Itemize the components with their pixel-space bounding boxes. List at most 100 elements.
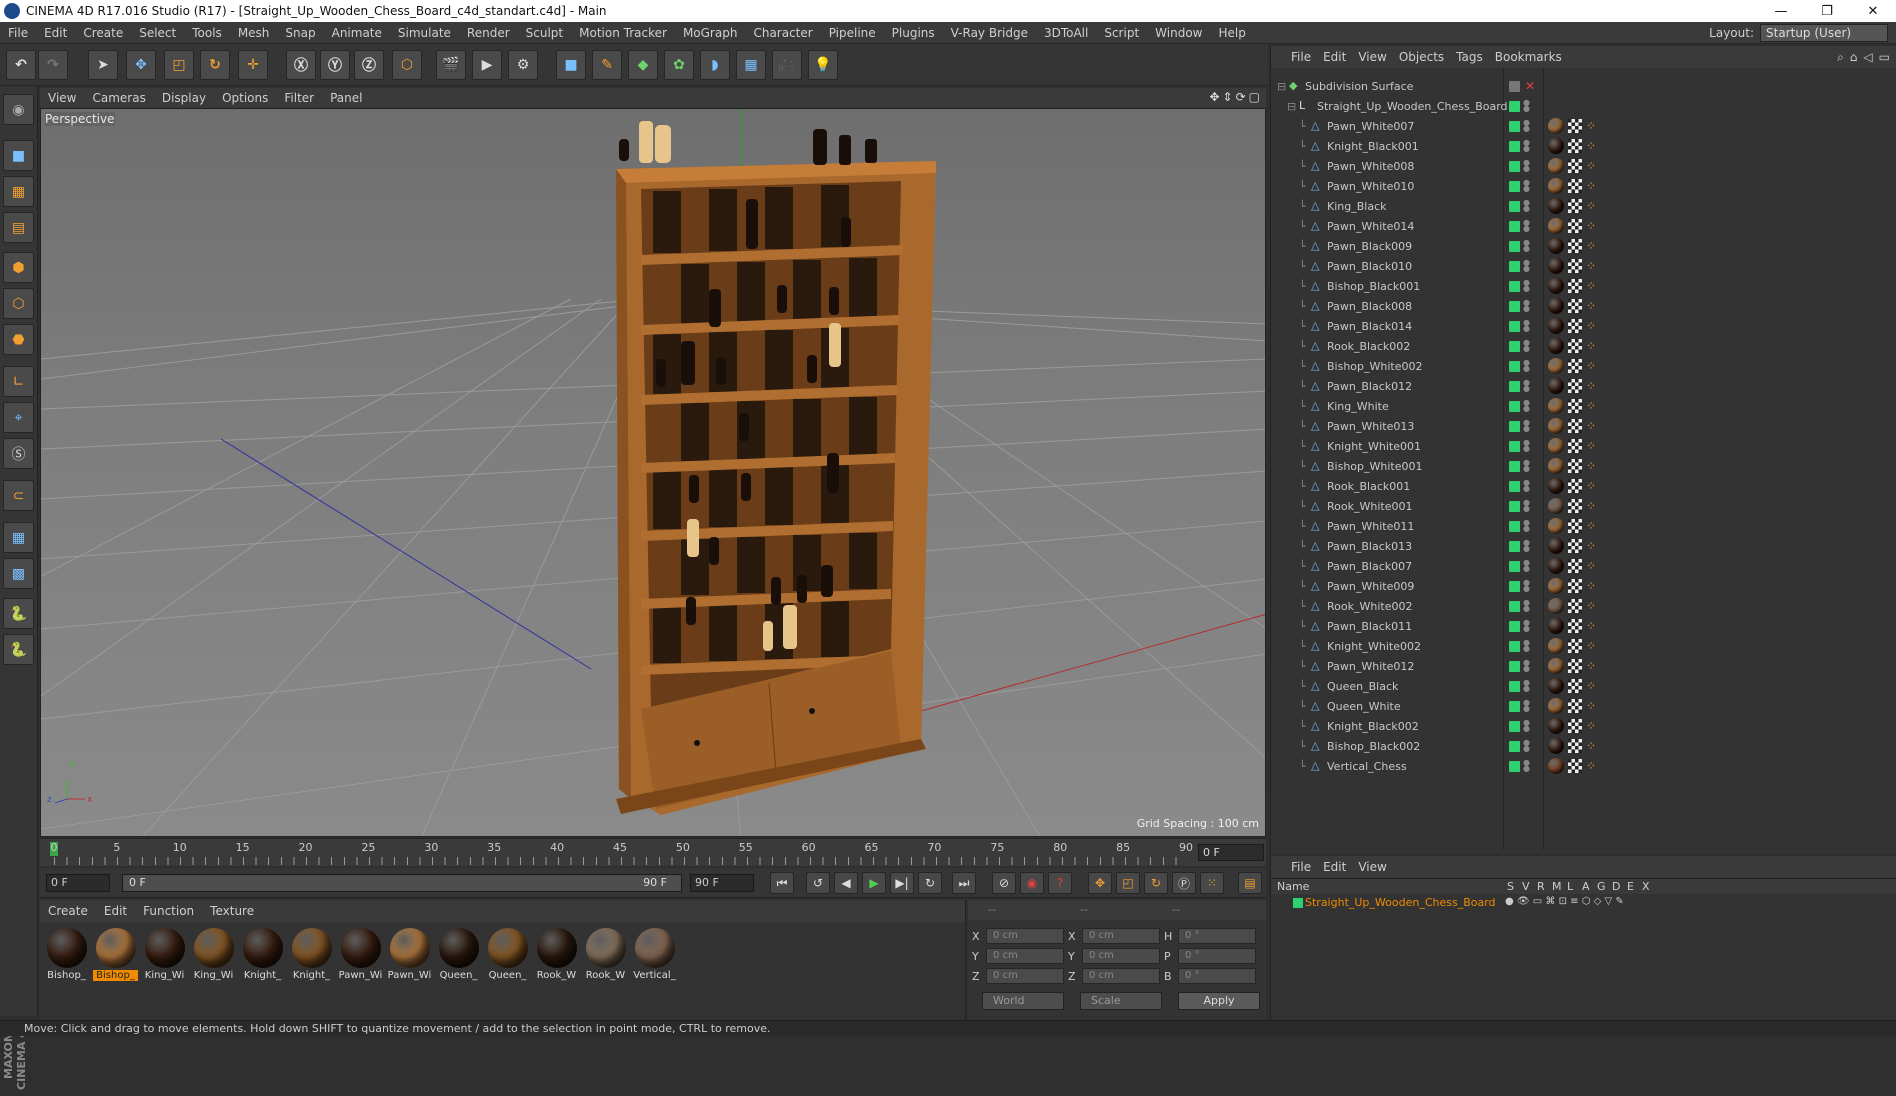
tree-row[interactable]: └ △ Queen_Black ● ● ⁘: [1271, 676, 1896, 696]
visible-dot[interactable]: [1509, 240, 1520, 252]
visible-dot[interactable]: [1509, 720, 1520, 732]
material-tag-icon[interactable]: [1548, 538, 1564, 554]
texture-tag-icon[interactable]: [1568, 639, 1582, 653]
visible-dot[interactable]: [1509, 180, 1520, 192]
object-menu-tags[interactable]: Tags: [1450, 50, 1489, 64]
tree-row[interactable]: └ △ Knight_Black002 ● ● ⁘: [1271, 716, 1896, 736]
visible-dot[interactable]: [1509, 620, 1520, 632]
phong-tag-icon[interactable]: ⁘: [1586, 359, 1600, 373]
visible-dot[interactable]: [1509, 420, 1520, 432]
tree-row[interactable]: └ △ Bishop_White001 ● ● ⁘: [1271, 456, 1896, 476]
visible-dot[interactable]: [1509, 740, 1520, 752]
lock-workplane-icon[interactable]: ▦: [3, 522, 34, 553]
position-x-field[interactable]: 0 cm: [986, 928, 1064, 944]
cube-icon[interactable]: ■: [556, 50, 586, 80]
next-frame-icon[interactable]: ▶|: [890, 872, 914, 894]
material-swatch[interactable]: Vertical_: [632, 928, 677, 981]
phong-tag-icon[interactable]: ⁘: [1586, 379, 1600, 393]
tree-collapse-icon[interactable]: ⊟: [1287, 100, 1296, 113]
texture-tag-icon[interactable]: [1568, 199, 1582, 213]
menu-script[interactable]: Script: [1096, 22, 1147, 44]
material-menu-edit[interactable]: Edit: [96, 904, 135, 918]
texture-tag-icon[interactable]: [1568, 479, 1582, 493]
material-swatch[interactable]: King_Wi: [191, 928, 236, 981]
tree-row[interactable]: └ △ King_White ● ● ⁘: [1271, 396, 1896, 416]
render-dots[interactable]: ● ●: [1523, 319, 1530, 333]
layer-menu-edit[interactable]: Edit: [1317, 860, 1352, 874]
render-dots[interactable]: ● ●: [1523, 399, 1530, 413]
material-tag-icon[interactable]: [1548, 658, 1564, 674]
texture-tag-icon[interactable]: [1568, 299, 1582, 313]
viewport-menu-options[interactable]: Options: [214, 91, 276, 105]
visible-dot[interactable]: [1509, 440, 1520, 452]
tree-row[interactable]: └ △ Pawn_Black013 ● ● ⁘: [1271, 536, 1896, 556]
tree-row[interactable]: └ △ Knight_White002 ● ● ⁘: [1271, 636, 1896, 656]
texture-tag-icon[interactable]: [1568, 279, 1582, 293]
tree-row[interactable]: └ △ Pawn_White007 ● ● ⁘: [1271, 116, 1896, 136]
material-tag-icon[interactable]: [1548, 718, 1564, 734]
visible-dot[interactable]: [1509, 300, 1520, 312]
material-tag-icon[interactable]: [1548, 278, 1564, 294]
material-menu-function[interactable]: Function: [135, 904, 202, 918]
visible-dot[interactable]: [1509, 320, 1520, 332]
edges-mode-icon[interactable]: ⬡: [3, 288, 34, 319]
maximize-view-icon[interactable]: ▢: [1249, 90, 1260, 104]
layer-col-x[interactable]: X: [1642, 880, 1650, 893]
phong-tag-icon[interactable]: ⁘: [1586, 759, 1600, 773]
python-script-icon[interactable]: 🐍: [3, 634, 34, 665]
material-tag-icon[interactable]: [1548, 118, 1564, 134]
visible-dot[interactable]: [1509, 500, 1520, 512]
y-axis-lock-icon[interactable]: Ⓨ: [320, 50, 350, 80]
axis-icon[interactable]: ✛: [238, 50, 268, 80]
layer-col-e[interactable]: E: [1627, 880, 1634, 893]
visible-dot[interactable]: [1509, 760, 1520, 772]
viewport-menu-display[interactable]: Display: [154, 91, 214, 105]
material-swatch[interactable]: Pawn_Wi: [338, 928, 383, 981]
tree-row[interactable]: └ △ Queen_White ● ● ⁘: [1271, 696, 1896, 716]
tree-row[interactable]: └ △ Pawn_Black010 ● ● ⁘: [1271, 256, 1896, 276]
visible-dot[interactable]: [1509, 560, 1520, 572]
render-dots[interactable]: ● ●: [1523, 539, 1530, 553]
render-dots[interactable]: ● ●: [1523, 419, 1530, 433]
material-swatch[interactable]: Rook_W: [583, 928, 628, 981]
menu-help[interactable]: Help: [1210, 22, 1253, 44]
phong-tag-icon[interactable]: ⁘: [1586, 319, 1600, 333]
render-view-icon[interactable]: 🎬: [436, 50, 466, 80]
z-axis-lock-icon[interactable]: Ⓩ: [354, 50, 384, 80]
pan-icon[interactable]: ✥: [1209, 90, 1219, 104]
array-icon[interactable]: ✿: [664, 50, 694, 80]
tweak-mode-icon[interactable]: ⌖: [3, 402, 34, 433]
layer-row[interactable]: Straight_Up_Wooden_Chess_Board ● 👁 ▭ ⌘ ⊡…: [1271, 894, 1896, 912]
material-swatch[interactable]: Knight_: [240, 928, 285, 981]
edit-toggle-icon[interactable]: [1509, 80, 1520, 92]
render-dots[interactable]: ● ●: [1523, 499, 1530, 513]
object-menu-objects[interactable]: Objects: [1393, 50, 1450, 64]
size-mode-dropdown[interactable]: Scale: [1080, 992, 1162, 1010]
keyframe-selection-icon[interactable]: ?: [1048, 872, 1072, 894]
material-tag-icon[interactable]: [1548, 698, 1564, 714]
tree-row[interactable]: └ △ Rook_Black001 ● ● ⁘: [1271, 476, 1896, 496]
tree-collapse-icon[interactable]: ⊟: [1277, 80, 1286, 93]
texture-tag-icon[interactable]: [1568, 679, 1582, 693]
visible-dot[interactable]: [1509, 520, 1520, 532]
tree-row[interactable]: └ △ Pawn_White009 ● ● ⁘: [1271, 576, 1896, 596]
render-dots[interactable]: ● ●: [1523, 759, 1530, 773]
material-tag-icon[interactable]: [1548, 478, 1564, 494]
texture-tag-icon[interactable]: [1568, 239, 1582, 253]
material-swatch[interactable]: Queen_: [436, 928, 481, 981]
size-x-field[interactable]: 0 cm: [1082, 928, 1160, 944]
viewport-menu-panel[interactable]: Panel: [322, 91, 370, 105]
material-tag-icon[interactable]: [1548, 298, 1564, 314]
material-tag-icon[interactable]: [1548, 558, 1564, 574]
tree-row[interactable]: └ △ Pawn_White011 ● ● ⁘: [1271, 516, 1896, 536]
tree-row[interactable]: └ △ Knight_White001 ● ● ⁘: [1271, 436, 1896, 456]
render-dots[interactable]: ● ●: [1523, 579, 1530, 593]
camera-icon[interactable]: 🎥: [772, 50, 802, 80]
timeline-ruler[interactable]: 0 F 0 5 10 15 20 25 30 35 40 45 50 55 60 65 70 75 80 85 90: [40, 838, 1266, 866]
render-dots[interactable]: ● ●: [1523, 339, 1530, 353]
material-tag-icon[interactable]: [1548, 578, 1564, 594]
tree-row[interactable]: └ △ Bishop_Black001 ● ● ⁘: [1271, 276, 1896, 296]
redo-icon[interactable]: ↷: [38, 50, 68, 80]
render-dots[interactable]: ● ●: [1523, 179, 1530, 193]
material-tag-icon[interactable]: [1548, 258, 1564, 274]
